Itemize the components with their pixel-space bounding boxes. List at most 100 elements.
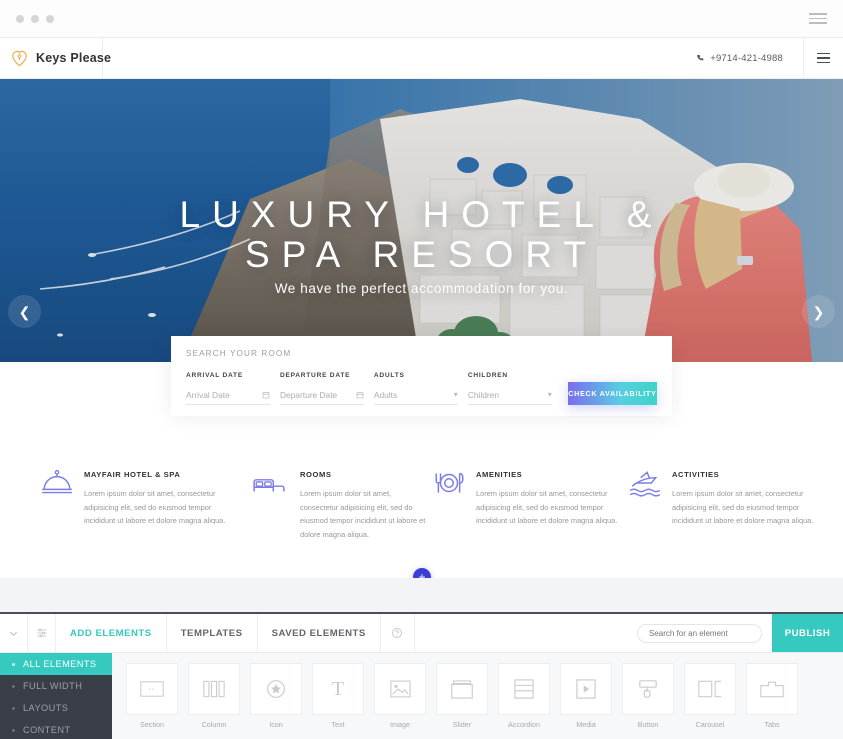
hero-title-line1: LUXURY HOTEL & xyxy=(179,194,664,235)
builder-body: ALL ELEMENTS FULL WIDTH LAYOUTS CONTENT xyxy=(0,653,843,739)
bullet-icon xyxy=(12,684,15,688)
window-dot[interactable] xyxy=(16,14,24,23)
arrival-date-input[interactable]: Arrival Date xyxy=(186,386,270,405)
children-placeholder: Children xyxy=(467,390,500,400)
chevron-right-icon[interactable]: ❯ xyxy=(802,295,835,328)
adults-select[interactable]: Adults ▾ xyxy=(373,386,458,405)
caret-down-icon: ▾ xyxy=(453,390,458,399)
feature-title: MAYFAIR HOTEL & SPA xyxy=(84,470,181,479)
hamburger-icon[interactable] xyxy=(803,37,843,79)
bullet-icon xyxy=(12,662,15,666)
adults-label: ADULTS xyxy=(373,372,405,379)
help-circle-icon[interactable] xyxy=(381,614,415,652)
palette-item-label: Section xyxy=(140,720,164,729)
palette-item-label: Column xyxy=(201,720,227,729)
departure-date-input[interactable]: Departure Date xyxy=(279,386,364,405)
search-card-title: SEARCH YOUR ROOM xyxy=(186,349,292,358)
palette-item-tabs[interactable]: Tabs xyxy=(746,663,798,739)
slider-icon[interactable] xyxy=(436,663,488,715)
section-icon[interactable] xyxy=(126,663,178,715)
sidebar-item-all-elements[interactable]: ALL ELEMENTS xyxy=(0,653,112,675)
adults-field[interactable]: ADULTS Adults ▾ xyxy=(373,372,458,405)
palette-item-label: Slider xyxy=(452,720,472,729)
window-dot[interactable] xyxy=(46,14,54,23)
hamburger-icon[interactable] xyxy=(809,13,827,24)
cloche-icon xyxy=(42,470,72,494)
tabs-icon[interactable] xyxy=(746,663,798,715)
hero-title-line2: SPA RESORT xyxy=(244,233,599,275)
palette-item-label: Text xyxy=(331,720,345,729)
builder-panel: ADD ELEMENTS TEMPLATES SAVED ELEMENTS PU… xyxy=(0,612,843,739)
sidebar-item-layouts[interactable]: LAYOUTS xyxy=(0,697,112,719)
window-dot[interactable] xyxy=(31,14,39,23)
feature-text: Lorem ipsum dolor sit amet, consectetur … xyxy=(672,489,814,526)
phone-number[interactable]: +9714-421-4988 xyxy=(696,53,783,64)
canvas-footer xyxy=(0,578,843,612)
palette-item-accordion[interactable]: Accordion xyxy=(498,663,550,739)
chevron-left-icon[interactable]: ❮ xyxy=(8,295,41,328)
sliders-icon[interactable] xyxy=(28,614,56,652)
departure-date-placeholder: Departure Date xyxy=(279,390,338,400)
sidebar-item-full-width[interactable]: FULL WIDTH xyxy=(0,675,112,697)
palette-item-button[interactable]: Button xyxy=(622,663,674,739)
calendar-icon xyxy=(356,392,364,399)
publish-button[interactable]: PUBLISH xyxy=(772,614,843,652)
brand[interactable]: Keys Please xyxy=(0,37,111,79)
text-icon[interactable]: T xyxy=(312,663,364,715)
palette-item-label: Carousel xyxy=(695,720,725,729)
palette-item-carousel[interactable]: Carousel xyxy=(684,663,736,739)
caret-down-icon: ▾ xyxy=(547,390,552,399)
accordion-icon[interactable] xyxy=(498,663,550,715)
sidebar-item-content[interactable]: CONTENT xyxy=(0,719,112,739)
arrival-date-field[interactable]: ARRIVAL DATE Arrival Date xyxy=(186,372,270,405)
browser-chrome xyxy=(0,0,843,38)
palette-item-text[interactable]: T Text xyxy=(312,663,364,739)
bed-icon xyxy=(253,479,285,492)
palette-item-label: Button xyxy=(637,720,659,729)
feature-body: MAYFAIR HOTEL & SPA Lorem ipsum dolor si… xyxy=(84,468,234,528)
image-icon[interactable] xyxy=(374,663,426,715)
carousel-icon[interactable] xyxy=(684,663,736,715)
children-field[interactable]: CHILDREN Children ▾ xyxy=(467,372,552,405)
hero-subtitle: We have the perfect accommodation for yo… xyxy=(274,280,569,296)
palette-item-label: Image xyxy=(390,720,410,729)
button-click-icon[interactable] xyxy=(622,663,674,715)
palette-item-image[interactable]: Image xyxy=(374,663,426,739)
palette-item-slider[interactable]: Slider xyxy=(436,663,488,739)
palette-item-media[interactable]: Media xyxy=(560,663,612,739)
feature-activities: ACTIVITIES Lorem ipsum dolor sit amet, c… xyxy=(628,468,836,528)
children-select[interactable]: Children ▾ xyxy=(467,386,552,405)
palette-item-label: Tabs xyxy=(764,720,780,729)
hero-text-block: LUXURY HOTEL & SPA RESORT We have the pe… xyxy=(0,195,843,296)
check-availability-button[interactable]: CHECK AVAILABILITY xyxy=(567,382,657,405)
sidebar-item-label: LAYOUTS xyxy=(23,703,69,713)
search-input[interactable] xyxy=(637,623,762,643)
feature-text: Lorem ipsum dolor sit amet, consectetur … xyxy=(476,489,618,526)
tab-add-elements[interactable]: ADD ELEMENTS xyxy=(56,614,167,652)
dining-icon xyxy=(435,472,464,493)
phone-number-text: +9714-421-4988 xyxy=(710,52,783,64)
palette-item-label: Accordion xyxy=(508,720,540,729)
brand-name: Keys Please xyxy=(36,51,112,65)
media-play-icon[interactable] xyxy=(560,663,612,715)
star-icon[interactable] xyxy=(250,663,302,715)
column-icon[interactable] xyxy=(188,663,240,715)
chevron-down-icon[interactable] xyxy=(0,614,28,652)
palette-item-label: Media xyxy=(576,720,596,729)
tab-templates[interactable]: TEMPLATES xyxy=(167,614,258,652)
palette-item-section[interactable]: Section xyxy=(126,663,178,739)
bullet-icon xyxy=(12,706,15,710)
arrival-date-placeholder: Arrival Date xyxy=(186,390,230,400)
window-controls[interactable] xyxy=(16,14,54,23)
palette-item-column[interactable]: Column xyxy=(188,663,240,739)
feature-body: ROOMS Lorem ipsum dolor sit amet, consec… xyxy=(296,468,427,542)
search-fields-row: ARRIVAL DATE Arrival Date DEPARTURE DATE… xyxy=(186,372,657,405)
hero-slider: LUXURY HOTEL & SPA RESORT We have the pe… xyxy=(0,79,843,362)
palette-item-icon[interactable]: Icon xyxy=(250,663,302,739)
tab-saved-elements[interactable]: SAVED ELEMENTS xyxy=(258,614,381,652)
element-palette: Section Column Icon T Text Image Slider … xyxy=(112,653,843,739)
category-list: ALL ELEMENTS FULL WIDTH LAYOUTS CONTENT xyxy=(0,653,112,739)
feature-title: AMENITIES xyxy=(476,470,523,479)
departure-date-field[interactable]: DEPARTURE DATE Departure Date xyxy=(279,372,364,405)
adults-placeholder: Adults xyxy=(373,390,398,400)
